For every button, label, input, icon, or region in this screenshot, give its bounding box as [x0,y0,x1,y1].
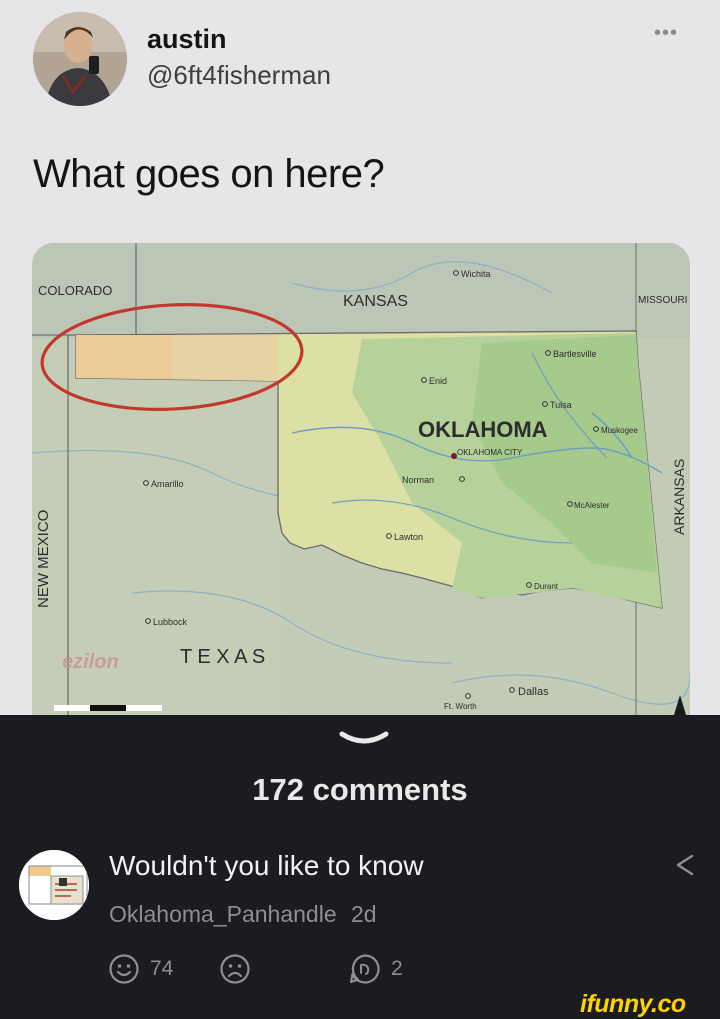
tweet-map-image[interactable]: COLORADO KANSAS MISSOURI OKLAHOMA NEW ME… [32,243,690,715]
tweet-author-handle[interactable]: @6ft4fisherman [147,60,331,91]
more-dots-icon[interactable]: ••• [654,22,678,45]
comment-time: 2d [351,901,377,927]
reply-button[interactable]: 2 [349,953,403,985]
comment-text: Wouldn't you like to know [109,850,424,881]
tweet-author-name[interactable]: austin [147,24,227,55]
scale-bar [54,705,162,711]
city-dallas: Dallas [518,686,549,698]
tweet-avatar[interactable] [33,12,127,106]
city-amarillo: Amarillo [151,479,184,489]
reply-icon [349,954,380,984]
city-bartlesville: Bartlesville [553,349,597,359]
collapse-chevron-icon[interactable] [338,728,390,754]
ezilon-watermark: ezilon [62,651,119,673]
smile-button[interactable]: 74 [108,953,173,985]
city-lawton: Lawton [394,532,423,542]
label-colorado: COLORADO [38,283,112,298]
label-kansas: KANSAS [343,293,408,310]
city-norman: Norman [402,475,434,485]
label-oklahoma: OKLAHOMA [418,417,548,442]
city-mcalester: McAlester [574,501,610,510]
share-icon[interactable] [670,852,700,878]
label-arkansas: ARKANSAS [671,459,687,535]
smile-count: 74 [150,957,174,980]
city-oklahoma-city: OKLAHOMA CITY [457,448,523,457]
unsmile-icon [220,954,250,984]
city-durant: Durant [534,582,559,591]
label-missouri: MISSOURI [638,295,687,306]
tweet-text: What goes on here? [33,152,385,196]
city-fort-worth: Ft. Worth [444,702,477,711]
comment-meta: Oklahoma_Panhandle 2d [109,901,377,928]
city-tulsa: Tulsa [550,400,572,410]
unsmile-button[interactable] [219,953,261,985]
city-enid: Enid [429,376,447,386]
smile-icon [109,954,139,984]
comment-username[interactable]: Oklahoma_Panhandle [109,901,337,927]
label-new-mexico: NEW MEXICO [35,510,52,608]
label-texas: T E X A S [180,646,265,668]
city-lubbock: Lubbock [153,617,188,627]
ifunny-logo: ifunny.co [580,990,686,1018]
tweet-screenshot: austin @6ft4fisherman ••• What goes on h… [0,0,720,715]
comments-count: 172 comments [252,772,468,807]
reply-count: 2 [391,957,403,980]
city-muskogee: Muskogee [601,426,638,435]
commenter-avatar[interactable] [19,850,89,920]
city-wichita: Wichita [461,269,491,279]
